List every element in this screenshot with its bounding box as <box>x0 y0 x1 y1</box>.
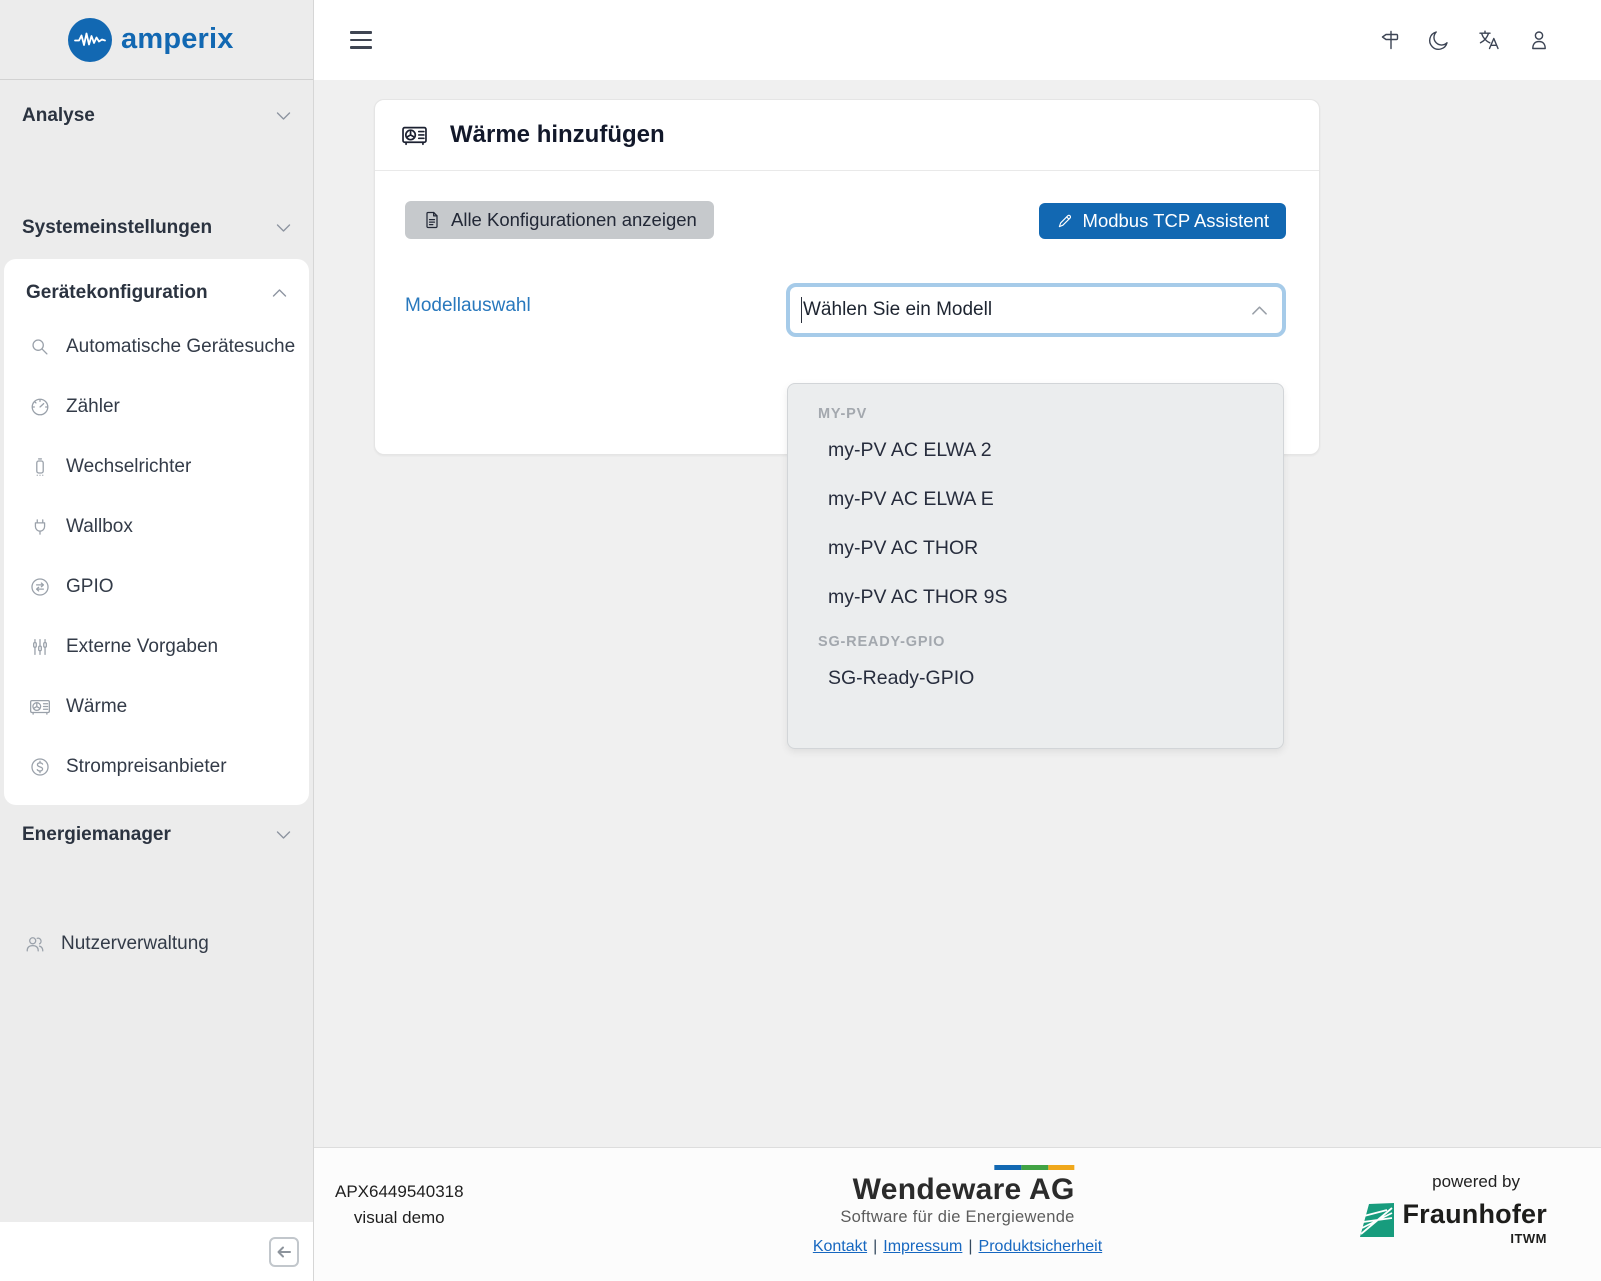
fraunhofer-institute: ITWM <box>1510 1231 1547 1246</box>
card-header: Wärme hinzufügen <box>375 100 1319 171</box>
footer-links: Kontakt|Impressum|Produktsicherheit <box>813 1238 1102 1256</box>
dropdown-option[interactable]: my-PV AC ELWA 2 <box>788 426 1283 475</box>
collapse-sidebar-icon[interactable] <box>268 1236 300 1268</box>
link-produktsicherheit[interactable]: Produktsicherheit <box>979 1238 1103 1255</box>
meter-gauge-icon <box>29 396 51 418</box>
swap-arrows-icon <box>29 576 51 598</box>
plug-icon <box>29 516 51 538</box>
sidebar-expanded-group: Gerätekonfiguration Automatische Gerätes… <box>4 259 309 805</box>
search-icon <box>29 336 51 358</box>
sidebar-item-wallbox[interactable]: Wallbox <box>4 497 309 557</box>
inverter-icon <box>29 456 51 478</box>
wendeware-logo: Wendeware AG Software für die Energiewen… <box>813 1165 1102 1256</box>
dropdown-option[interactable]: my-PV AC THOR 9S <box>788 573 1283 622</box>
main-area: Wärme hinzufügen Alle Konfigurationen an… <box>314 0 1601 1281</box>
sidebar-item-strompreisanbieter[interactable]: Strompreisanbieter <box>4 737 309 797</box>
sidebar-item-waerme[interactable]: Wärme <box>4 677 309 737</box>
dropdown-option[interactable]: my-PV AC ELWA E <box>788 475 1283 524</box>
translate-icon[interactable] <box>1477 28 1501 52</box>
sidebar-section-geraetekonfiguration[interactable]: Gerätekonfiguration <box>4 269 309 317</box>
sliders-icon <box>29 636 51 658</box>
user-icon[interactable] <box>1527 28 1551 52</box>
sidebar-nav: Analyse Systemeinstellungen Gerätekonfig… <box>0 80 313 974</box>
price-dollar-icon <box>29 756 51 778</box>
sidebar-section-analyse[interactable]: Analyse <box>0 92 313 140</box>
dropdown-group-label: MY-PV <box>818 406 1283 422</box>
sidebar-item-externe-vorgaben[interactable]: Externe Vorgaben <box>4 617 309 677</box>
fraunhofer-logo: Fraunhofer ITWM <box>1359 1200 1547 1246</box>
chevron-down-icon <box>276 111 291 121</box>
link-impressum[interactable]: Impressum <box>883 1238 962 1255</box>
signpost-icon[interactable] <box>1377 28 1401 52</box>
users-icon <box>24 933 46 955</box>
dropdown-option[interactable]: SG-Ready-GPIO <box>788 654 1283 703</box>
fraunhofer-emblem-icon <box>1359 1202 1395 1238</box>
show-all-configurations-button[interactable]: Alle Konfigurationen anzeigen <box>405 201 714 239</box>
topbar <box>314 0 1601 80</box>
model-select-placeholder: Wählen Sie ein Modell <box>803 299 1251 321</box>
powered-by-label: powered by <box>1432 1172 1520 1192</box>
dropdown-group-label: SG-READY-GPIO <box>818 634 1283 650</box>
footer: APX6449540318 visual demo Wendeware AG S… <box>314 1147 1601 1281</box>
card-body: Alle Konfigurationen anzeigen Modbus TCP… <box>375 171 1319 337</box>
sidebar-item-nutzerverwaltung[interactable]: Nutzerverwaltung <box>0 914 313 974</box>
content: Wärme hinzufügen Alle Konfigurationen an… <box>314 80 1601 1147</box>
moon-icon[interactable] <box>1427 28 1451 52</box>
company-tagline: Software für die Energiewende <box>840 1208 1074 1227</box>
modbus-tcp-assistant-button[interactable]: Modbus TCP Assistent <box>1039 203 1286 239</box>
device-id: APX6449540318 <box>335 1179 464 1205</box>
pen-icon <box>1056 212 1074 230</box>
model-select-label: Modellauswahl <box>405 283 786 337</box>
sidebar-item-gpio[interactable]: GPIO <box>4 557 309 617</box>
dropdown-option[interactable]: my-PV AC THOR <box>788 524 1283 573</box>
sidebar-item-automatische-geraetesuche[interactable]: Automatische Gerätesuche <box>4 317 309 377</box>
company-name: Wendeware AG <box>853 1174 1075 1206</box>
waveform-logo-icon <box>68 18 112 62</box>
topbar-icons <box>1377 28 1551 52</box>
heat-pump-icon <box>401 122 428 149</box>
hamburger-menu-icon[interactable] <box>350 31 372 49</box>
brand-logo[interactable]: amperix <box>0 0 313 80</box>
model-select-input[interactable]: Wählen Sie ein Modell <box>786 283 1286 337</box>
chevron-down-icon <box>276 830 291 840</box>
text-caret <box>801 297 802 323</box>
document-icon <box>422 210 442 230</box>
chevron-down-icon <box>276 223 291 233</box>
chevron-up-icon <box>1251 305 1268 316</box>
sidebar-footer <box>0 1222 313 1281</box>
sidebar-item-zaehler[interactable]: Zähler <box>4 377 309 437</box>
link-kontakt[interactable]: Kontakt <box>813 1238 867 1255</box>
wendeware-color-bar <box>995 1165 1075 1170</box>
page-title: Wärme hinzufügen <box>450 121 665 149</box>
sidebar-section-energiemanager[interactable]: Energiemanager <box>0 811 313 859</box>
sidebar-item-wechselrichter[interactable]: Wechselrichter <box>4 437 309 497</box>
powered-by-block: powered by Fraunhofer ITWM <box>1359 1172 1547 1246</box>
sidebar: amperix Analyse Systemeinstellungen Gerä… <box>0 0 314 1281</box>
fraunhofer-name: Fraunhofer <box>1402 1200 1547 1229</box>
device-mode: visual demo <box>335 1205 464 1231</box>
heat-pump-icon <box>29 696 51 718</box>
device-info: APX6449540318 visual demo <box>335 1179 464 1231</box>
chevron-up-icon <box>272 288 287 298</box>
sidebar-section-systemeinstellungen[interactable]: Systemeinstellungen <box>0 204 313 252</box>
brand-name: amperix <box>121 23 234 56</box>
model-dropdown-list: MY-PV my-PV AC ELWA 2 my-PV AC ELWA E my… <box>787 383 1284 749</box>
